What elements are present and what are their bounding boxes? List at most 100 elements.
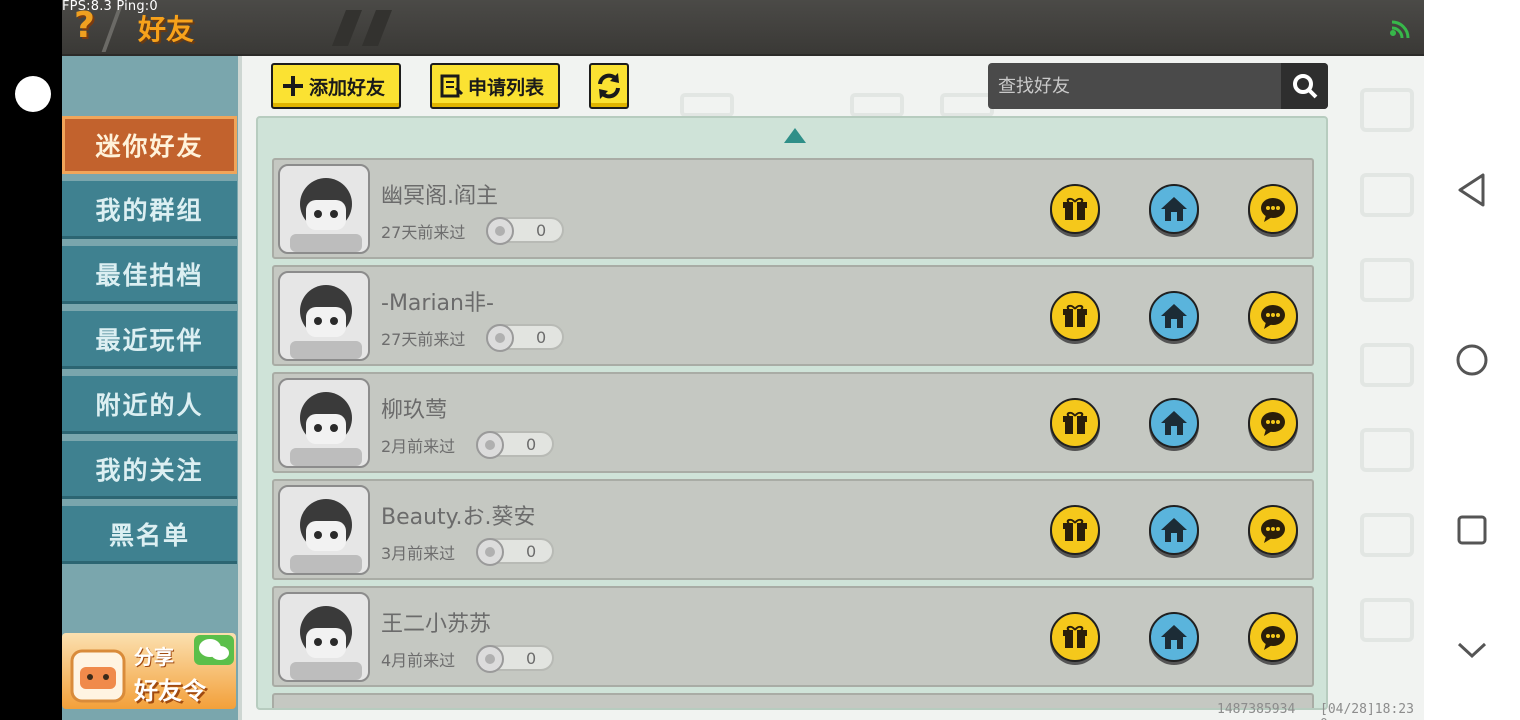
gift-button[interactable] [1050, 291, 1100, 341]
system-nav-bar [1424, 0, 1520, 720]
avatar[interactable] [278, 485, 370, 575]
friend-name: 柳玖莺 [381, 398, 448, 423]
avatar[interactable] [278, 271, 370, 361]
sidebar-item-blacklist[interactable]: 黑名单 [62, 506, 237, 564]
score-value: 0 [536, 221, 547, 240]
search-input[interactable] [988, 63, 1280, 109]
nav-collapse-button[interactable] [1454, 632, 1490, 668]
list-icon [440, 74, 464, 98]
friend-row[interactable]: 王二小苏苏 4月前来过 0 [272, 586, 1314, 687]
score-value: 0 [526, 542, 537, 561]
search-icon [1292, 74, 1317, 99]
friend-row[interactable] [272, 693, 1314, 708]
chat-button[interactable] [1248, 291, 1298, 341]
avatar[interactable] [278, 164, 370, 254]
plus-icon [283, 76, 303, 96]
share-friend-code-banner[interactable]: 分享 好友令 [62, 633, 236, 709]
gift-icon [1063, 518, 1087, 541]
score-badge: 0 [486, 217, 564, 245]
user-id-label: 1487385934 [1217, 702, 1296, 717]
friend-row[interactable]: 幽冥阁.阎主 27天前来过 0 [272, 158, 1314, 259]
gift-button[interactable] [1050, 184, 1100, 234]
back-icon [1458, 173, 1485, 207]
flower-icon [486, 217, 514, 245]
score-value: 0 [536, 328, 547, 347]
recents-icon [1457, 515, 1487, 545]
request-list-button[interactable]: 申请列表 [430, 63, 560, 109]
floating-assist-button[interactable] [15, 76, 51, 112]
scroll-up-arrow-icon[interactable] [784, 128, 806, 143]
timestamp-label: [04/28]18:23 0 [1320, 702, 1414, 720]
nav-recents-button[interactable] [1454, 512, 1490, 548]
friend-row[interactable]: Beauty.お.葵安 3月前来过 0 [272, 479, 1314, 580]
page-title: 好友 [138, 13, 195, 46]
score-value: 0 [526, 435, 537, 454]
visit-home-button[interactable] [1149, 505, 1199, 555]
visit-home-button[interactable] [1149, 612, 1199, 662]
refresh-icon [598, 73, 620, 99]
sidebar-item-following[interactable]: 我的关注 [62, 441, 237, 499]
request-list-label: 申请列表 [468, 76, 545, 99]
chevron-down-icon [1457, 642, 1487, 659]
last-seen-label: 3月前来过 [381, 544, 456, 563]
home-icon [1161, 625, 1187, 649]
chat-icon [1261, 305, 1285, 329]
visit-home-button[interactable] [1149, 291, 1199, 341]
gift-icon [1063, 304, 1087, 327]
score-badge: 0 [476, 431, 554, 459]
score-badge: 0 [476, 645, 554, 673]
gift-icon [1063, 411, 1087, 434]
refresh-button[interactable] [589, 63, 629, 109]
add-friend-label: 添加好友 [309, 76, 386, 99]
chat-button[interactable] [1248, 398, 1298, 448]
avatar[interactable] [278, 592, 370, 682]
mascot-icon [70, 649, 126, 703]
decorative-stripes [332, 10, 392, 46]
friend-name: 幽冥阁.阎主 [381, 184, 498, 209]
add-friend-button[interactable]: 添加好友 [271, 63, 401, 109]
gift-button[interactable] [1050, 398, 1100, 448]
chat-icon [1261, 626, 1285, 650]
chat-button[interactable] [1248, 184, 1298, 234]
friend-row[interactable]: 柳玖莺 2月前来过 0 [272, 372, 1314, 473]
friend-name: Beauty.お.葵安 [381, 505, 536, 530]
flower-icon [486, 324, 514, 352]
score-value: 0 [526, 649, 537, 668]
avatar[interactable] [278, 378, 370, 468]
friend-row[interactable]: -Marian非- 27天前来过 0 [272, 265, 1314, 366]
flower-icon [476, 431, 504, 459]
home-circle-icon [1456, 344, 1488, 376]
home-icon [1161, 518, 1187, 542]
friend-list-panel: 幽冥阁.阎主 27天前来过 0 -Marian非- 27天前来过 0 柳玖莺 2月前来过 0 Be… [256, 116, 1328, 710]
wechat-icon [194, 635, 234, 665]
sidebar: 迷你好友 我的群组 最佳拍档 最近玩伴 附近的人 我的关注 黑名单 分享 好友令 [62, 56, 238, 720]
visit-home-button[interactable] [1149, 184, 1199, 234]
last-seen-label: 4月前来过 [381, 651, 456, 670]
home-icon [1161, 304, 1187, 328]
nav-back-button[interactable] [1454, 172, 1490, 208]
chat-button[interactable] [1248, 505, 1298, 555]
nav-home-button[interactable] [1454, 342, 1490, 378]
friend-name: 王二小苏苏 [381, 612, 492, 637]
gift-button[interactable] [1050, 612, 1100, 662]
last-seen-label: 27天前来过 [381, 223, 466, 242]
top-bar: ? 好友 [62, 0, 1424, 56]
chat-button[interactable] [1248, 612, 1298, 662]
sidebar-item-recent-players[interactable]: 最近玩伴 [62, 311, 237, 369]
flower-icon [476, 538, 504, 566]
chat-icon [1261, 198, 1285, 222]
sidebar-divider [238, 56, 242, 720]
search-button[interactable] [1281, 63, 1328, 109]
sidebar-item-my-groups[interactable]: 我的群组 [62, 181, 237, 239]
visit-home-button[interactable] [1149, 398, 1199, 448]
game-window: ? 好友 FPS:8.3 Ping:0 迷你好友 我的群组 最佳拍档 最近玩伴 … [62, 0, 1424, 720]
gift-icon [1063, 625, 1087, 648]
sidebar-item-nearby[interactable]: 附近的人 [62, 376, 237, 434]
wifi-icon [1390, 20, 1410, 39]
sidebar-item-best-partners[interactable]: 最佳拍档 [62, 246, 237, 304]
search-box [988, 63, 1328, 109]
sidebar-item-mini-friends[interactable]: 迷你好友 [62, 116, 237, 174]
friend-name: -Marian非- [381, 291, 494, 316]
share-label: 分享 [134, 645, 174, 669]
gift-button[interactable] [1050, 505, 1100, 555]
